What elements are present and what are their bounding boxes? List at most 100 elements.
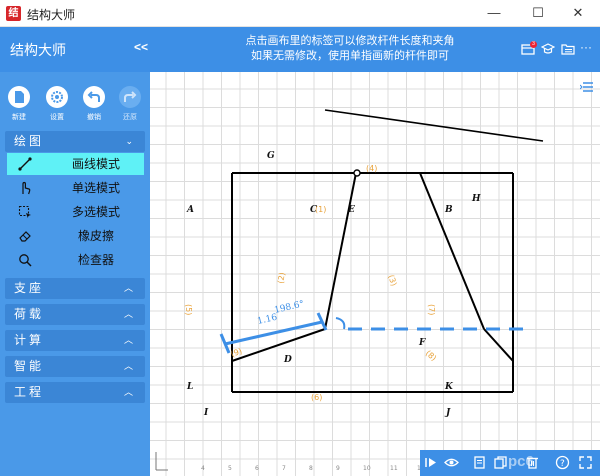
- section-draw[interactable]: 绘图 ⌄: [5, 131, 145, 152]
- chevron-up-icon: ︿: [123, 387, 136, 397]
- member-label-1[interactable]: (1): [315, 205, 326, 214]
- folder-list-icon[interactable]: [561, 43, 575, 55]
- node-label-f[interactable]: F: [418, 338, 426, 348]
- eye-icon[interactable]: [444, 455, 459, 470]
- document-icon[interactable]: [472, 455, 487, 470]
- member-lower-left[interactable]: [231, 328, 326, 362]
- app-name: 结构大师: [10, 42, 66, 58]
- close-button[interactable]: ✕: [558, 2, 598, 24]
- window-title: 结构大师: [27, 8, 76, 22]
- angle-arc: [335, 317, 346, 330]
- chevron-down-icon: ⌄: [125, 136, 136, 146]
- member-label-3[interactable]: (3): [386, 274, 398, 288]
- redo-label: 还原: [123, 114, 137, 121]
- member-top-diagonal[interactable]: [324, 109, 544, 142]
- section-smart-label: 智能: [14, 359, 45, 373]
- eraser-mode-label: 橡皮擦: [77, 229, 114, 243]
- member-label-7[interactable]: (7): [427, 304, 436, 315]
- list-toggle-icon[interactable]: [580, 80, 594, 94]
- new-button[interactable]: 新建: [7, 86, 31, 122]
- graduation-cap-icon[interactable]: [541, 43, 555, 55]
- section-smart[interactable]: 智能 ︿: [5, 356, 145, 377]
- inspector-mode-label: 检查器: [77, 253, 114, 267]
- chevron-up-icon: ︿: [123, 309, 136, 319]
- member-label-8[interactable]: (8): [424, 349, 438, 363]
- section-load-label: 荷载: [14, 307, 45, 321]
- member-label-5[interactable]: (5): [184, 304, 193, 315]
- node-label-l[interactable]: L: [186, 382, 193, 392]
- app-header: 结构大师 << 点击画布里的标签可以修改杆件长度和夹角 如果无需修改，使用单指画…: [0, 27, 600, 72]
- node-label-d[interactable]: D: [283, 355, 292, 365]
- axis-tick-label: 6: [255, 465, 259, 472]
- section-load[interactable]: 荷载 ︿: [5, 304, 145, 325]
- axis-tick-label: 9: [336, 465, 340, 472]
- settings-label: 设置: [50, 114, 64, 121]
- axis-tick-label: 10: [363, 465, 371, 472]
- gear-icon: [46, 86, 68, 108]
- member-label-6[interactable]: (6): [311, 393, 322, 402]
- eraser-icon: [19, 231, 31, 242]
- multi-select-mode-label: 多选模式: [71, 205, 120, 219]
- fullscreen-icon[interactable]: [578, 455, 593, 470]
- eraser-mode[interactable]: 橡皮擦: [7, 225, 144, 247]
- node-label-h[interactable]: H: [471, 194, 481, 204]
- node-label-a[interactable]: A: [186, 205, 194, 215]
- axis-tick-label: 7: [282, 465, 286, 472]
- node-label-i[interactable]: I: [203, 408, 209, 418]
- hint-text: 点击画布里的标签可以修改杆件长度和夹角 如果无需修改，使用单指画新的杆件即可: [170, 34, 530, 64]
- redo-button[interactable]: 还原: [118, 86, 142, 122]
- section-support-label: 支座: [14, 281, 45, 295]
- node-label-g[interactable]: G: [267, 151, 275, 161]
- maximize-button[interactable]: ☐: [518, 2, 558, 24]
- sidebar: 新建 设置 撤销 还原 绘图 ⌄ 画线模式 单选模式 多选模式 橡皮擦 检查器 …: [0, 72, 150, 476]
- member-inner-left[interactable]: [324, 172, 357, 330]
- single-select-mode[interactable]: 单选模式: [7, 177, 144, 199]
- axis-tick-label: 4: [201, 465, 205, 472]
- node-label-b[interactable]: B: [444, 205, 453, 215]
- draw-line-mode[interactable]: 画线模式: [7, 153, 144, 175]
- watermark: pc6: [508, 453, 534, 470]
- new-label: 新建: [12, 114, 26, 121]
- play-icon[interactable]: [424, 455, 439, 470]
- section-compute[interactable]: 计算 ︿: [5, 330, 145, 351]
- selected-node[interactable]: [353, 169, 361, 177]
- section-support[interactable]: 支座 ︿: [5, 278, 145, 299]
- undo-label: 撤销: [87, 114, 101, 121]
- inspector-mode[interactable]: 检查器: [7, 249, 144, 271]
- notification-badge: 3: [530, 41, 537, 48]
- hand-pointer-icon: [22, 181, 31, 195]
- more-button[interactable]: ···: [580, 40, 592, 54]
- axis-ticks: 45678910111213: [201, 465, 452, 472]
- copy-icon[interactable]: [493, 455, 508, 470]
- collapse-sidebar-button[interactable]: <<: [134, 40, 148, 54]
- single-select-mode-label: 单选模式: [71, 181, 120, 195]
- chevron-up-icon: ︿: [123, 283, 136, 293]
- title-bar: 结 结构大师 — ☐ ✕: [0, 0, 600, 27]
- member-label-4[interactable]: (4): [366, 164, 377, 173]
- undo-icon: [83, 86, 105, 108]
- new-file-icon: [8, 86, 30, 108]
- section-project[interactable]: 工程 ︿: [5, 382, 145, 403]
- drawing-canvas[interactable]: 1.16 198.6° G A C E B H D F L K I J (1) …: [150, 72, 600, 476]
- svg-text:?: ?: [560, 459, 565, 469]
- chevron-up-icon: ︿: [123, 335, 136, 345]
- help-icon[interactable]: ?: [555, 455, 570, 470]
- member-label-2[interactable]: (2): [276, 272, 287, 285]
- chevron-up-icon: ︿: [123, 361, 136, 371]
- node-label-j[interactable]: J: [444, 408, 451, 418]
- axis-tick-label: 11: [390, 465, 398, 472]
- node-label-e[interactable]: E: [347, 205, 355, 215]
- settings-button[interactable]: 设置: [45, 86, 69, 122]
- section-project-label: 工程: [14, 385, 45, 399]
- dimension-line: [224, 320, 323, 346]
- magnifier-icon: [19, 254, 32, 267]
- node-label-k[interactable]: K: [444, 382, 454, 392]
- hint-line-1: 点击画布里的标签可以修改杆件长度和夹角: [245, 35, 455, 47]
- minimize-button[interactable]: —: [474, 2, 514, 24]
- undo-button[interactable]: 撤销: [82, 86, 106, 122]
- structure-drawing[interactable]: 1.16 198.6° G A C E B H D F L K I J (1) …: [150, 72, 600, 476]
- multi-select-mode[interactable]: 多选模式: [7, 201, 144, 223]
- angle-label[interactable]: 198.6°: [273, 299, 305, 316]
- structure-master-icon: 结: [6, 6, 21, 21]
- member-lower-right[interactable]: [483, 328, 514, 362]
